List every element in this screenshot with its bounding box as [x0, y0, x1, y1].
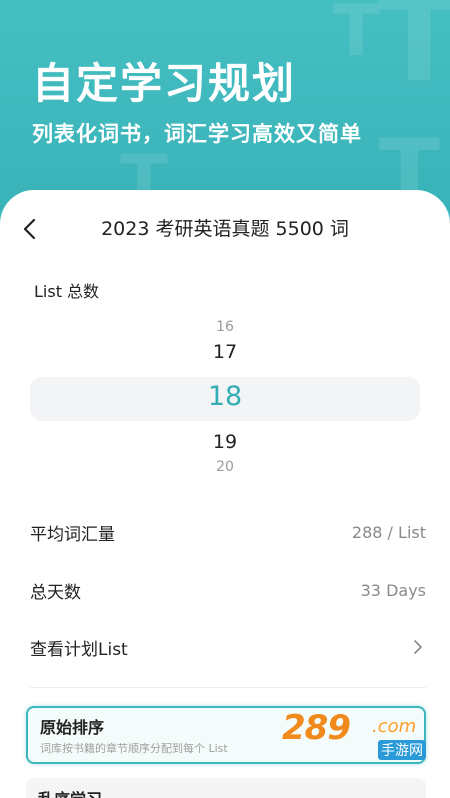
- picker-option[interactable]: 16: [0, 319, 450, 335]
- average-words-value: 288 / List: [351, 522, 426, 542]
- picker-selected-option[interactable]: 18: [0, 381, 450, 412]
- total-days-row: 总天数 33 Days: [30, 570, 426, 610]
- list-count-label: List 总数: [34, 282, 100, 301]
- divider: [30, 687, 426, 688]
- navigation-bar: 2023 考研英语真题 5500 词: [0, 208, 450, 250]
- hero-banner: T T T T 自定学习规划 列表化词书，词汇学习高效又简单: [0, 0, 450, 210]
- decorative-shape: T: [332, 0, 380, 72]
- option-description: 词库按书籍的章节顺序分配到每个 List: [40, 742, 228, 755]
- chevron-right-icon: [414, 640, 422, 654]
- total-days-value: 33 Days: [360, 580, 426, 600]
- picker-option[interactable]: 19: [0, 431, 450, 453]
- hero-title: 自定学习规划: [32, 59, 297, 108]
- watermark-number: 289: [282, 708, 351, 748]
- plan-card: 2023 考研英语真题 5500 词 List 总数 16 17 18 19 2…: [0, 190, 450, 798]
- total-days-label: 总天数: [30, 582, 81, 603]
- picker-option[interactable]: 17: [0, 341, 450, 363]
- view-plan-row[interactable]: 查看计划List: [30, 627, 426, 667]
- list-count-picker[interactable]: 16 17 18 19 20: [0, 315, 450, 475]
- decorative-shape: T: [378, 0, 450, 109]
- view-plan-label: 查看计划List: [30, 639, 128, 660]
- hero-subtitle: 列表化词书，词汇学习高效又简单: [32, 122, 362, 146]
- shuffle-order-option[interactable]: 乱序学习: [26, 778, 426, 798]
- watermark-brand: 手游网: [378, 740, 426, 760]
- average-words-row: 平均词汇量 288 / List: [30, 512, 426, 552]
- watermark-logo: 289 .com 手游网: [282, 708, 432, 764]
- option-title: 原始排序: [40, 718, 105, 737]
- option-title: 乱序学习: [38, 786, 102, 798]
- picker-option[interactable]: 20: [0, 459, 450, 475]
- watermark-domain: .com: [372, 716, 417, 737]
- average-words-label: 平均词汇量: [30, 524, 115, 545]
- page-title: 2023 考研英语真题 5500 词: [101, 218, 349, 240]
